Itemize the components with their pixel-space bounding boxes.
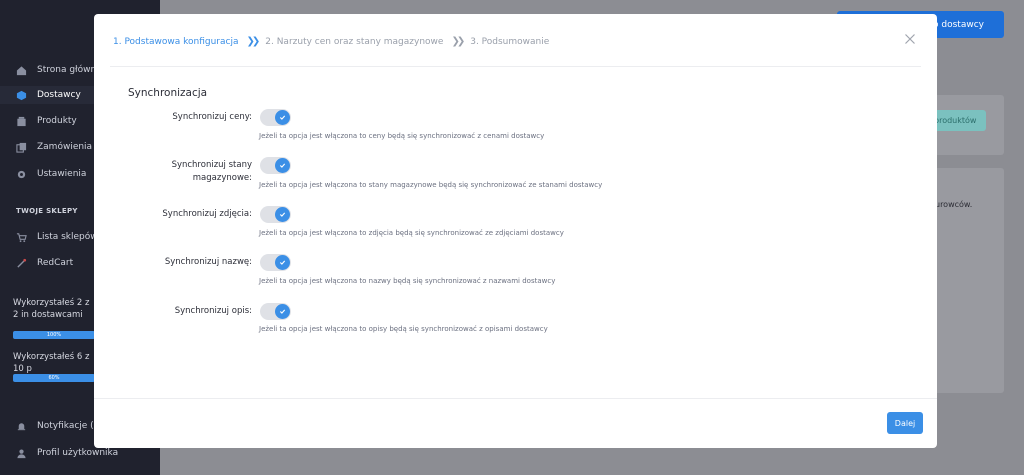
sidebar-item-label: Produkty	[37, 116, 77, 126]
sync-description-toggle[interactable]	[260, 303, 291, 320]
sync-description-hint: Jeżeli ta opcja jest włączona to opisy b…	[259, 325, 548, 333]
usage-products-bar: 60%	[13, 374, 95, 382]
sync-images-toggle[interactable]	[260, 206, 291, 223]
next-button[interactable]: Dalej	[887, 412, 923, 434]
background-text: urowców.	[935, 200, 973, 209]
sidebar-item-notifications[interactable]: Notyfikacje (6	[16, 418, 99, 434]
configuration-modal: 1. Podstawowa konfiguracja ❯❯ 2. Narzuty…	[94, 14, 937, 448]
sidebar-item-shop-list[interactable]: Lista sklepów	[16, 229, 98, 245]
usage-suppliers-text: Wykorzystałeś 2 z 2 in dostawcami	[13, 298, 90, 320]
double-chevron-right-icon: ❯❯	[451, 36, 465, 47]
sidebar-item-label: RedCart	[37, 258, 74, 268]
home-icon	[16, 65, 27, 75]
sync-images-hint: Jeżeli ta opcja jest włączona to zdjęcia…	[259, 229, 564, 237]
cart-icon	[16, 232, 27, 242]
usage-suppliers-bar: 100%	[13, 331, 95, 339]
sidebar-item-label: Strona główna	[37, 65, 102, 75]
sync-images-label: Synchronizuj zdjęcia:	[162, 209, 252, 219]
sidebar-item-redcart[interactable]: RedCart	[16, 255, 73, 271]
sidebar-section-title: TWOJE SKLEPY	[16, 207, 78, 215]
orders-icon	[16, 142, 27, 153]
section-title: Synchronizacja	[128, 87, 208, 99]
sidebar-item-products[interactable]: Produkty	[16, 113, 77, 129]
sync-stock-toggle[interactable]	[260, 157, 291, 174]
sync-prices-label: Synchronizuj ceny:	[172, 112, 252, 122]
bell-icon	[17, 422, 26, 430]
redcart-icon	[17, 258, 27, 268]
sidebar-item-settings[interactable]: Ustawienia	[16, 166, 86, 182]
footer-divider	[94, 398, 937, 399]
step-basic-config[interactable]: 1. Podstawowa konfiguracja	[113, 37, 238, 47]
check-icon	[275, 110, 290, 125]
step-price-markups[interactable]: 2. Narzuty cen oraz stany magazynowe	[265, 37, 443, 47]
header-divider	[110, 66, 921, 67]
user-icon	[17, 449, 26, 458]
sync-name-hint: Jeżeli ta opcja jest włączona to nazwy b…	[259, 277, 556, 285]
sidebar-item-orders[interactable]: Zamówienia	[16, 139, 92, 155]
sidebar-item-label: Zamówienia	[37, 142, 93, 152]
wizard-steps: 1. Podstawowa konfiguracja ❯❯ 2. Narzuty…	[113, 36, 549, 47]
sidebar-item-label: Ustawienia	[37, 169, 87, 179]
usage-products-text: Wykorzystałeś 6 z 10 p	[13, 352, 90, 374]
close-icon[interactable]	[904, 33, 916, 45]
products-chip[interactable]: produktów	[930, 110, 986, 131]
sync-description-label: Synchronizuj opis:	[174, 306, 252, 316]
sidebar-item-label: Notyfikacje (6	[37, 421, 100, 431]
sync-stock-label: Synchronizuj stany magazynowe:	[171, 160, 252, 183]
sync-name-toggle[interactable]	[260, 254, 291, 271]
gear-icon	[17, 170, 26, 178]
check-icon	[275, 207, 290, 222]
box-icon	[17, 116, 26, 126]
check-icon	[275, 158, 290, 173]
sidebar-item-label: Dostawcy	[37, 90, 81, 100]
sidebar-item-label: Profil użytkownika	[37, 448, 119, 458]
sidebar-item-label: Lista sklepów	[37, 232, 98, 242]
sync-prices-hint: Jeżeli ta opcja jest włączona to ceny bę…	[259, 132, 545, 140]
sidebar-item-suppliers[interactable]: Dostawcy	[16, 87, 81, 103]
cube-icon	[16, 90, 27, 100]
sync-prices-toggle[interactable]	[260, 109, 291, 126]
check-icon	[275, 255, 290, 270]
sync-stock-hint: Jeżeli ta opcja jest włączona to stany m…	[259, 181, 603, 189]
sidebar-item-home[interactable]: Strona główna	[16, 62, 102, 78]
check-icon	[275, 304, 290, 319]
sync-name-label: Synchronizuj nazwę:	[164, 257, 252, 267]
double-chevron-right-icon: ❯❯	[246, 36, 260, 47]
step-summary[interactable]: 3. Podsumowanie	[470, 37, 549, 47]
